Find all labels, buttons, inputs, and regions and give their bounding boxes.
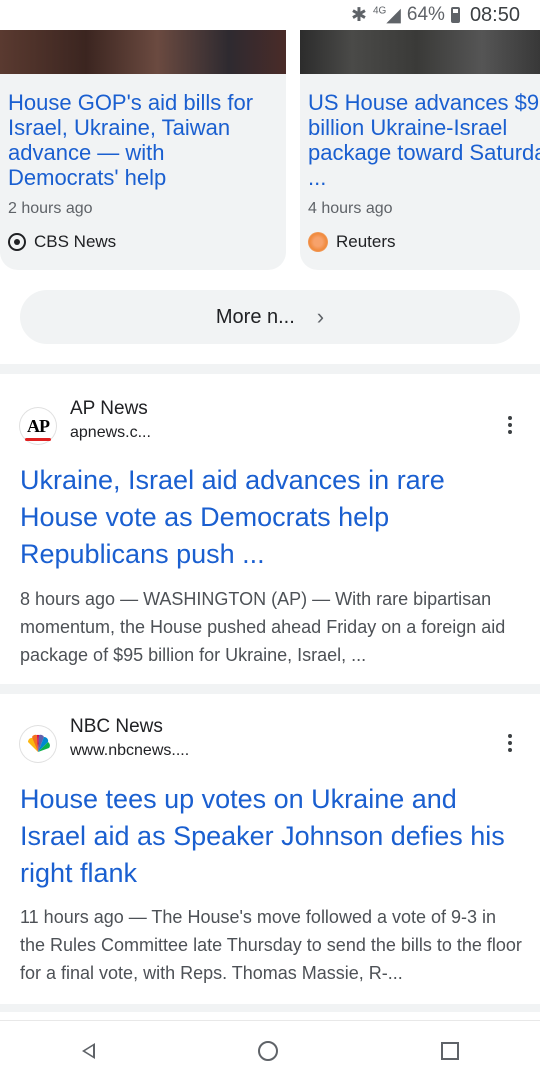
- nbc-peacock-logo-icon: [20, 726, 56, 762]
- cbs-logo-icon: [8, 233, 26, 251]
- source-name: Reuters: [336, 232, 396, 251]
- network-type: 4G: [372, 5, 387, 17]
- source-url: www.nbcnews....: [70, 742, 190, 759]
- divider: [0, 1004, 540, 1012]
- story-thumbnail: [0, 30, 286, 74]
- story-time: 4 hours ago: [308, 200, 393, 217]
- battery-percent: 64%: [406, 4, 445, 25]
- result-title-link[interactable]: Ukraine, Israel aid advances in rare Hou…: [20, 462, 525, 573]
- reuters-logo-icon: [308, 232, 328, 252]
- source-url: apnews.c...: [70, 424, 151, 441]
- result-title-link[interactable]: House tees up votes on Ukraine and Israe…: [20, 781, 525, 892]
- story-card-cbs[interactable]: House GOP's aid bills for Israel, Ukrain…: [0, 30, 286, 270]
- divider: [0, 684, 540, 694]
- source-name: NBC News: [70, 716, 163, 737]
- battery-icon: [450, 7, 460, 23]
- story-card-reuters[interactable]: US House advances $95 billion Ukraine-Is…: [300, 30, 540, 270]
- story-source: Reuters: [308, 232, 540, 252]
- status-bar: ✱ 4G◢ 64% 08:50: [0, 0, 540, 30]
- bluetooth-icon: ✱: [351, 4, 367, 26]
- chevron-right-icon: ›: [316, 304, 325, 329]
- search-result-nbc: NBC News www.nbcnews.... House tees up v…: [0, 694, 540, 1004]
- story-time: 2 hours ago: [8, 200, 93, 217]
- story-title[interactable]: House GOP's aid bills for Israel, Ukrain…: [8, 90, 278, 190]
- story-source: CBS News: [8, 232, 278, 252]
- divider: [0, 364, 540, 374]
- source-name: CBS News: [34, 232, 117, 251]
- clock: 08:50: [469, 3, 520, 26]
- back-icon[interactable]: [81, 1043, 95, 1059]
- result-snippet: 11 hours ago — The House's move followed…: [20, 907, 522, 983]
- result-source-row[interactable]: AP AP News apnews.c...: [20, 398, 520, 448]
- search-result-ap: AP AP News apnews.c... Ukraine, Israel a…: [0, 374, 540, 684]
- ap-logo-icon: AP: [20, 408, 56, 444]
- more-options-icon[interactable]: [500, 728, 520, 758]
- recents-icon[interactable]: [440, 1042, 459, 1060]
- story-title[interactable]: US House advances $95 billion Ukraine-Is…: [308, 90, 540, 190]
- result-source-row[interactable]: NBC News www.nbcnews....: [20, 716, 520, 766]
- more-news-button[interactable]: More n... ›: [20, 290, 520, 344]
- source-name: AP News: [70, 398, 148, 419]
- top-stories-carousel: House GOP's aid bills for Israel, Ukrain…: [0, 30, 540, 270]
- story-thumbnail: [300, 30, 540, 74]
- more-news-label: More n...: [215, 305, 295, 328]
- signal-icon: 4G◢: [372, 4, 401, 26]
- home-icon[interactable]: [257, 1041, 278, 1061]
- more-options-icon[interactable]: [500, 410, 520, 440]
- navigation-bar: [0, 1020, 540, 1081]
- result-snippet: 8 hours ago — WASHINGTON (AP) — With rar…: [20, 589, 506, 665]
